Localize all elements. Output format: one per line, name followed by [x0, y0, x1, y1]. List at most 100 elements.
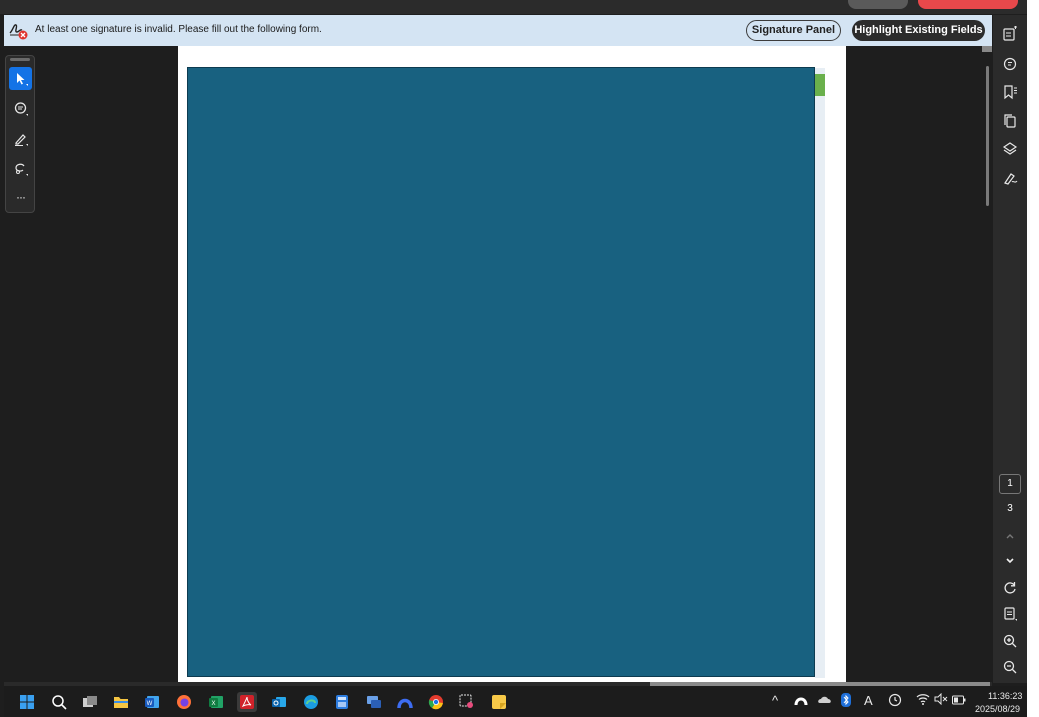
edge-icon [304, 695, 318, 709]
calculator-icon [336, 695, 348, 709]
arrow-cursor-icon [16, 72, 28, 86]
acrobat-button[interactable] [237, 692, 257, 712]
sticky-notes-icon [492, 695, 506, 709]
edge-button[interactable] [301, 692, 321, 712]
page-edge-strip [815, 68, 825, 678]
window-action-button[interactable] [918, 0, 1018, 9]
taskbar-date[interactable]: 2025/08/29 [975, 704, 1020, 714]
excel-icon: X [209, 696, 223, 708]
taskbar-time[interactable]: 11:36:23 [988, 691, 1022, 701]
arc-button[interactable] [395, 692, 415, 712]
word-icon: W [145, 696, 159, 708]
acrobat-icon [240, 695, 254, 709]
highlight-existing-fields-button[interactable]: Highlight Existing Fields [852, 20, 985, 41]
lasso-icon [14, 163, 28, 176]
remote-desktop-icon [367, 696, 381, 708]
battery-icon[interactable] [952, 693, 966, 708]
page-down-icon [1006, 558, 1014, 564]
snipping-tool-icon [459, 694, 473, 708]
screen-right-edge [1027, 0, 1039, 717]
previous-page-button[interactable] [1000, 526, 1020, 546]
invalid-signature-icon [8, 20, 28, 40]
scrollbar-top-cap [982, 46, 992, 52]
lasso-tool-button[interactable] [9, 157, 32, 180]
window-button[interactable] [848, 0, 908, 9]
start-button[interactable] [17, 692, 37, 712]
window-title-edge [0, 0, 1039, 14]
clock-icon[interactable] [888, 693, 902, 710]
signature-panel-button[interactable]: Signature Panel [746, 20, 841, 41]
remote-desktop-button[interactable] [364, 692, 384, 712]
rail-grip[interactable] [10, 58, 30, 61]
arc-icon [397, 698, 413, 709]
pages-icon [1004, 114, 1016, 128]
page-up-icon [1006, 534, 1014, 539]
total-pages: 3 [1007, 503, 1013, 514]
zoom-out-button[interactable] [1000, 657, 1020, 677]
comment-tool-button[interactable] [9, 97, 32, 120]
refresh-icon [1004, 582, 1016, 594]
calculator-button[interactable] [332, 692, 352, 712]
file-explorer-button[interactable] [111, 692, 131, 712]
bookmark-icon [1004, 85, 1017, 100]
font-icon[interactable]: A [864, 693, 873, 708]
firefox-icon [177, 695, 191, 709]
onedrive-icon[interactable] [817, 693, 833, 708]
page-edge-green-tab [815, 74, 825, 96]
layers-icon [1002, 142, 1018, 155]
pages-panel-button[interactable] [1000, 111, 1020, 131]
taskbar-search-button[interactable] [49, 692, 69, 712]
next-page-button[interactable] [1000, 551, 1020, 571]
pen-icon [14, 133, 28, 146]
current-page-field[interactable]: 1 [999, 474, 1021, 494]
page-fit-button[interactable] [1000, 604, 1020, 624]
edit-pdf-icon [1003, 26, 1017, 41]
comment-icon [1003, 57, 1017, 71]
task-view-button[interactable] [80, 692, 100, 712]
search-icon [52, 695, 67, 710]
bluetooth-icon[interactable] [841, 693, 851, 710]
screen: At least one signature is invalid. Pleas… [0, 0, 1039, 717]
more-tools-button[interactable]: ··· [9, 185, 32, 208]
svg-text:W: W [147, 701, 153, 707]
refresh-button[interactable] [1000, 578, 1020, 598]
outlook-icon [272, 697, 286, 707]
zoom-out-icon [1003, 660, 1017, 674]
draw-tool-button[interactable] [9, 127, 32, 150]
word-button[interactable]: W [142, 692, 162, 712]
outlook-button[interactable] [269, 692, 289, 712]
vertical-scroll-thumb[interactable] [986, 66, 989, 206]
page-fit-icon [1004, 607, 1017, 621]
firefox-button[interactable] [174, 692, 194, 712]
select-tool-button[interactable] [9, 67, 32, 90]
bookmark-panel-button[interactable] [1000, 82, 1020, 102]
right-tool-panel: 1 3 [993, 15, 1027, 683]
task-view-icon [83, 696, 97, 707]
file-explorer-icon [114, 697, 128, 708]
fill-sign-icon [1004, 173, 1018, 185]
signature-warning-text: At least one signature is invalid. Pleas… [35, 24, 322, 35]
windows-taskbar: W X ^ A 11:36:23 2025/08/29 [4, 686, 1027, 717]
comment-panel-button[interactable] [1000, 54, 1020, 74]
document-content-overlay[interactable] [187, 67, 815, 677]
excel-button[interactable]: X [206, 692, 226, 712]
edit-pdf-button[interactable] [1000, 24, 1020, 44]
start-icon [20, 695, 34, 709]
sticky-notes-button[interactable] [489, 692, 509, 712]
wifi-icon[interactable] [916, 693, 930, 708]
comment-icon [14, 101, 28, 116]
fill-sign-panel-button[interactable] [1000, 168, 1020, 188]
volume-mute-icon[interactable] [934, 692, 948, 708]
app-tray-icon[interactable] [794, 693, 808, 710]
zoom-in-icon [1003, 634, 1017, 648]
quick-tools-rail: ··· [5, 55, 35, 213]
signature-notification-bar: At least one signature is invalid. Pleas… [4, 15, 992, 46]
snipping-tool-button[interactable] [457, 692, 477, 712]
svg-text:X: X [211, 701, 215, 707]
chrome-icon [428, 695, 443, 710]
zoom-in-button[interactable] [1000, 631, 1020, 651]
chevron-up-icon[interactable]: ^ [772, 693, 778, 708]
layers-panel-button[interactable] [1000, 139, 1020, 159]
chrome-button[interactable] [426, 692, 446, 712]
more-icon: ··· [16, 189, 26, 204]
